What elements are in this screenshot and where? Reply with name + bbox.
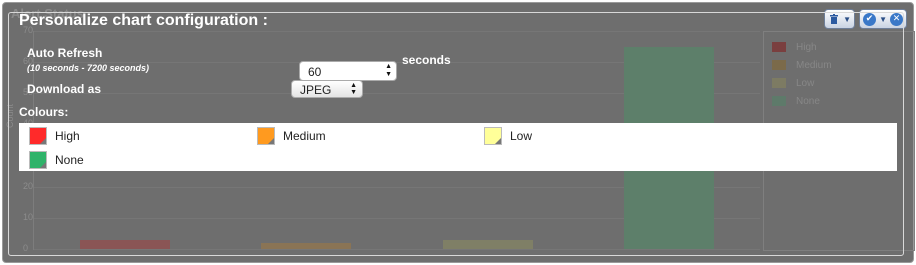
- seconds-unit: seconds: [402, 53, 451, 67]
- colour-label-medium: Medium: [283, 129, 326, 143]
- auto-refresh-hint: (10 seconds - 7200 seconds): [27, 63, 150, 73]
- picker-corner-icon: [495, 138, 501, 144]
- colour-item-high[interactable]: High: [29, 127, 80, 145]
- colours-label: Colours:: [19, 105, 69, 119]
- auto-refresh-input[interactable]: 60 ▲ ▼: [299, 61, 397, 81]
- colour-item-none[interactable]: None: [29, 151, 84, 169]
- auto-refresh-value: 60: [308, 65, 322, 79]
- picker-corner-icon: [40, 138, 46, 144]
- colour-label-low: Low: [510, 129, 533, 143]
- dialog-title: Personalize chart configuration :: [19, 12, 268, 29]
- auto-refresh-label: Auto Refresh: [27, 46, 103, 60]
- download-label: Download as: [27, 82, 102, 96]
- colour-swatch-medium[interactable]: [257, 127, 275, 145]
- colour-swatch-none[interactable]: [29, 151, 47, 169]
- colour-item-low[interactable]: Low: [484, 127, 532, 145]
- colour-label-none: None: [55, 153, 84, 167]
- select-arrows-icon: ▲ ▼: [350, 82, 357, 96]
- download-format-select[interactable]: JPEG ▲ ▼: [291, 80, 363, 98]
- colour-item-medium[interactable]: Medium: [257, 127, 326, 145]
- picker-corner-icon: [40, 162, 46, 168]
- download-format-value: JPEG: [300, 83, 332, 97]
- colour-swatch-high[interactable]: [29, 127, 47, 145]
- colour-swatch-low[interactable]: [484, 127, 502, 145]
- colours-panel: High Medium Low None: [19, 123, 897, 171]
- colour-label-high: High: [55, 129, 80, 143]
- picker-corner-icon: [268, 138, 274, 144]
- stepper-icon[interactable]: ▲ ▼: [385, 63, 392, 79]
